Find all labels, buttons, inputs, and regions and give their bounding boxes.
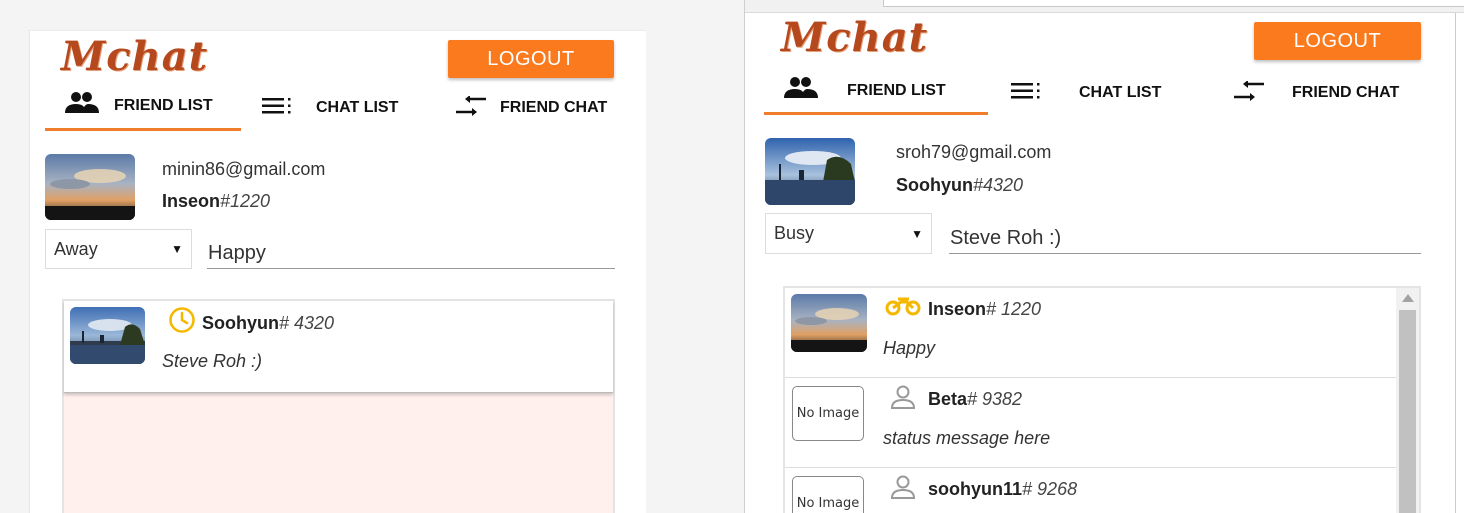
list-icon — [262, 97, 292, 115]
tab-chat-list[interactable]: CHAT LIST — [1011, 80, 1161, 102]
left-app-window: Mchat LOGOUT FRIEND LIST CHAT LIST FRIEN… — [29, 30, 646, 513]
friend-list-item[interactable]: Soohyun# 4320 Steve Roh :) — [64, 301, 613, 393]
no-image-placeholder: No Image — [792, 386, 864, 441]
friend-list-panel: Soohyun# 4320 Steve Roh :) — [62, 299, 615, 513]
person-icon — [889, 384, 917, 415]
tab-friend-list[interactable]: FRIEND LIST — [65, 91, 213, 115]
friend-name: soohyun11# 9268 — [928, 479, 1077, 500]
chevron-down-icon: ▼ — [171, 242, 183, 256]
profile-username: Soohyun — [896, 175, 973, 195]
list-icon — [1011, 82, 1041, 100]
people-icon — [65, 91, 99, 115]
profile-tag: #1220 — [220, 191, 271, 211]
clock-icon — [168, 306, 196, 339]
profile-email: minin86@gmail.com — [162, 159, 326, 179]
friend-list-item[interactable]: No Image soohyun11# 9268 — [785, 468, 1396, 513]
profile-avatar[interactable] — [45, 154, 135, 220]
window-edge — [1455, 13, 1456, 513]
friend-avatar — [70, 307, 145, 364]
friend-status-message: Happy — [883, 338, 936, 358]
friend-list-panel: Inseon# 1220 Happy No Image Beta# 9382 s… — [783, 286, 1421, 513]
scrollbar[interactable] — [1396, 288, 1419, 513]
people-icon — [784, 76, 818, 100]
profile-avatar[interactable] — [765, 138, 855, 205]
friend-username: soohyun11 — [928, 479, 1023, 499]
active-tab-indicator — [764, 112, 988, 115]
tab-friend-list-label: FRIEND LIST — [847, 82, 946, 99]
friend-username: Beta — [928, 389, 968, 409]
friend-tag: # 9268 — [1022, 479, 1078, 499]
browser-toolbar — [745, 0, 1464, 13]
tab-chat-list[interactable]: CHAT LIST — [262, 95, 398, 117]
active-tab-indicator — [45, 128, 241, 131]
friend-list-item[interactable]: No Image Beta# 9382 status message here — [785, 378, 1396, 468]
friend-name: Inseon# 1220 — [928, 299, 1041, 320]
profile-tag: #4320 — [973, 175, 1024, 195]
status-select[interactable]: Busy ▼ — [765, 213, 932, 254]
logout-button[interactable]: LOGOUT — [448, 40, 614, 78]
profile-email: sroh79@gmail.com — [896, 142, 1052, 162]
friend-tag: # 9382 — [967, 389, 1023, 409]
friend-tag: # 4320 — [279, 313, 335, 333]
no-image-placeholder: No Image — [792, 476, 864, 513]
scroll-up-arrow-icon[interactable] — [1402, 294, 1414, 302]
tab-chat-list-label: CHAT LIST — [1079, 84, 1162, 101]
friend-status-message: Steve Roh :) — [162, 351, 263, 371]
chevron-down-icon: ▼ — [911, 226, 923, 241]
tab-friend-list-label: FRIEND LIST — [114, 97, 213, 114]
motorcycle-icon — [885, 294, 921, 323]
friend-username: Soohyun — [202, 313, 279, 333]
logout-button[interactable]: LOGOUT — [1254, 22, 1421, 60]
tab-friend-chat[interactable]: FRIEND CHAT — [456, 95, 607, 117]
app-logo: Mchat — [781, 14, 929, 61]
tab-friend-list[interactable]: FRIEND LIST — [784, 76, 946, 100]
friend-avatar — [791, 294, 867, 352]
right-app-window: Mchat LOGOUT FRIEND LIST CHAT LIST FRIEN… — [744, 0, 1464, 513]
profile-name: Inseon#1220 — [162, 191, 270, 212]
friend-list-item[interactable]: Inseon# 1220 Happy — [785, 288, 1396, 378]
profile-username: Inseon — [162, 191, 221, 211]
swap-arrows-icon — [456, 96, 486, 116]
swap-arrows-icon — [1234, 80, 1264, 101]
friend-name: Soohyun# 4320 — [202, 313, 334, 334]
friend-name: Beta# 9382 — [928, 389, 1022, 410]
status-select-value: Away — [54, 238, 98, 259]
tab-chat-list-label: CHAT LIST — [316, 99, 399, 116]
person-icon — [889, 474, 917, 505]
app-logo: Mchat — [61, 33, 209, 80]
status-message-input[interactable] — [207, 239, 615, 269]
friend-tag: # 1220 — [986, 299, 1042, 319]
friend-status-message: status message here — [883, 428, 1051, 448]
status-select-value: Busy — [774, 223, 815, 243]
friend-username: Inseon — [928, 299, 987, 319]
status-select[interactable]: Away ▼ — [45, 229, 192, 269]
tab-friend-chat-label: FRIEND CHAT — [1292, 84, 1400, 101]
status-message-input[interactable] — [949, 223, 1421, 254]
tab-friend-chat-label: FRIEND CHAT — [500, 99, 608, 116]
profile-name: Soohyun#4320 — [896, 175, 1023, 196]
tab-friend-chat[interactable]: FRIEND CHAT — [1234, 79, 1399, 102]
scrollbar-thumb[interactable] — [1399, 310, 1416, 513]
address-bar[interactable] — [883, 0, 1464, 7]
